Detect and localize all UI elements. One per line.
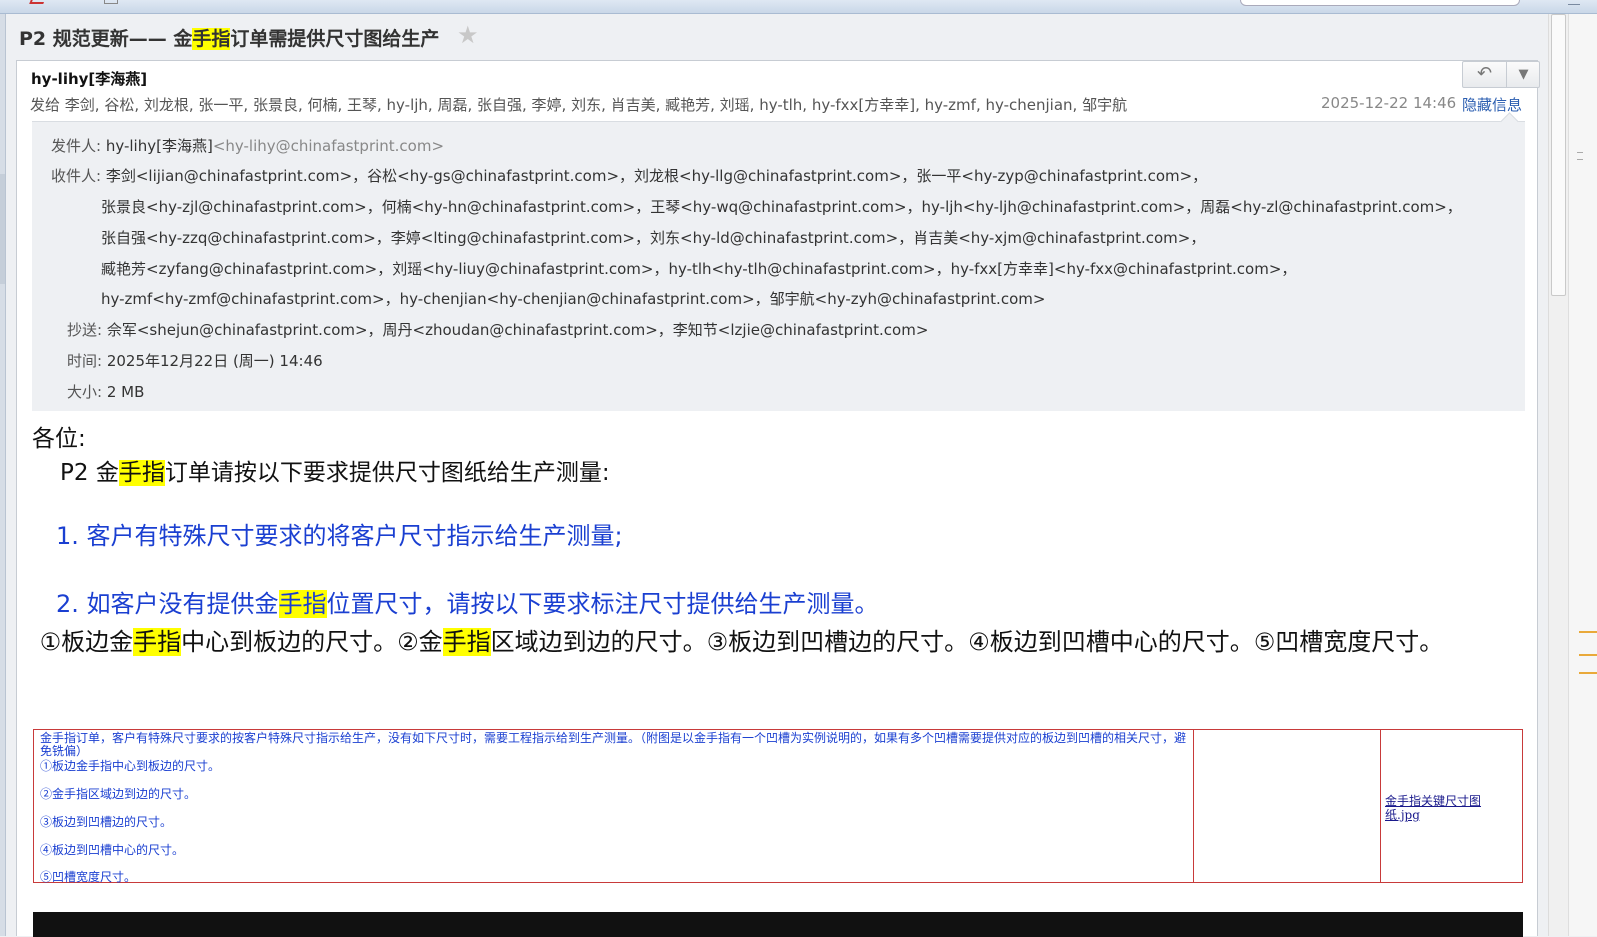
- to-row-1: 收件人: 李剑<lijian@chinafastprint.com>，谷松<hy…: [51, 167, 1208, 185]
- spec-table-intro: 金手指订单，客户有特殊尺寸要求的按客户特殊尺寸指示给生产，没有如下尺寸时，需要工…: [40, 731, 1187, 758]
- spec-row-1: ①板边金手指中心到板边的尺寸。: [40, 759, 221, 773]
- mail-details-panel: 发件人: hy-lihy[李海燕]<hy-lihy@chinafastprint…: [32, 121, 1525, 411]
- vertical-scrollbar[interactable]: [1548, 14, 1568, 936]
- to-row-2: 张景良<hy-zjl@chinafastprint.com>，何楠<hy-hn@…: [101, 198, 1462, 216]
- spec-table-description-cell: 金手指订单，客户有特殊尺寸要求的按客户特殊尺寸指示给生产，没有如下尺寸时，需要工…: [34, 730, 1194, 883]
- spec-table-attachment-cell: 金手指关键尺寸图纸.jpg: [1381, 730, 1522, 882]
- left-pane-edge: [0, 14, 6, 936]
- subject-bar: P2 规范更新—— 金手指订单需提供尺寸图给生产 ★: [6, 14, 1568, 60]
- to-row-4: 臧艳芳<zyfang@chinafastprint.com>，刘瑶<hy-liu…: [101, 260, 1297, 278]
- mail-date: 2025-12-22 14:46: [1321, 94, 1457, 112]
- intro-line: P2 金手指订单请按以下要求提供尺寸图纸给生产测量:: [60, 460, 610, 486]
- toolbar-strip: [0, 0, 1597, 14]
- cc-row: 抄送: 佘军<shejun@chinafastprint.com>，周丹<zho…: [67, 321, 929, 339]
- recipients-summary: 发给 李剑, 谷松, 刘龙根, 张一平, 张景良, 何楠, 王琴, hy-ljh…: [30, 96, 1128, 114]
- spec-table-empty-cell: [1194, 730, 1381, 882]
- spec-row-2: ②金手指区域边到边的尺寸。: [40, 787, 197, 801]
- to-row-5: hy-zmf<hy-zmf@chinafastprint.com>，hy-che…: [101, 290, 1046, 308]
- spec-row-4: ④板边到凹槽中心的尺寸。: [40, 843, 185, 857]
- spec-row-3: ③板边到凹槽边的尺寸。: [40, 815, 173, 829]
- spec-table: 金手指订单，客户有特殊尺寸要求的按客户特殊尺寸指示给生产，没有如下尺寸时，需要工…: [33, 729, 1523, 883]
- attachment-preview-bar: [33, 912, 1523, 937]
- right-pane-line: [1579, 631, 1597, 633]
- spec-row-5: ⑤凹槽宽度尺寸。: [40, 870, 137, 883]
- right-pane-line: [1579, 672, 1597, 674]
- scrollbar-thumb[interactable]: [1551, 14, 1566, 296]
- search-box[interactable]: [1240, 0, 1520, 6]
- grip-icon[interactable]: [1577, 152, 1583, 160]
- left-pane-marker: [0, 174, 5, 284]
- mail-card: hy-lihy[李海燕] ↶ ▼ 发给 李剑, 谷松, 刘龙根, 张一平, 张景…: [16, 60, 1540, 937]
- hide-details-link[interactable]: 隐藏信息: [1462, 94, 1522, 115]
- sender-name[interactable]: hy-lihy[李海燕]: [31, 68, 147, 89]
- measurement-list: ①板边金手指中心到板边的尺寸。②金手指区域边到边的尺寸。③板边到凹槽边的尺寸。④…: [39, 628, 1444, 656]
- mail-subject: P2 规范更新—— 金手指订单需提供尺寸图给生产: [19, 28, 440, 50]
- from-row: 发件人: hy-lihy[李海燕]<hy-lihy@chinafastprint…: [51, 137, 445, 155]
- window-control-icon[interactable]: [1568, 0, 1580, 5]
- right-pane-line: [1579, 654, 1597, 656]
- window-icon[interactable]: [104, 0, 118, 4]
- reply-button-group: ↶ ▼: [1462, 61, 1540, 88]
- greeting: 各位:: [32, 426, 86, 452]
- reply-icon[interactable]: ↶: [1463, 62, 1507, 87]
- item-2: 2. 如客户没有提供金手指位置尺寸，请按以下要求标注尺寸提供给生产测量。: [56, 590, 879, 618]
- to-row-3: 张自强<hy-zzq@chinafastprint.com>，李婷<lting@…: [101, 229, 1206, 247]
- time-row: 时间: 2025年12月22日 (周一) 14:46: [67, 352, 323, 370]
- star-icon[interactable]: ★: [457, 21, 479, 49]
- item-1: 1. 客户有特殊尺寸要求的将客户尺寸指示给生产测量;: [56, 522, 623, 550]
- right-pane-edge: [1568, 14, 1597, 936]
- embedded-table-image: ▔▔▔▔▔▔▔▔▔▔▔▔▔▔▔▔▔▔▔▔▔▔▔▔▔▔▔▔▔▔▔▔▔▔▔▔▔▔▔▔…: [33, 723, 1523, 883]
- attachment-link[interactable]: 金手指关键尺寸图纸.jpg: [1385, 794, 1515, 822]
- subject-highlight: 手指: [192, 28, 231, 50]
- app-icon[interactable]: [29, 0, 45, 4]
- size-row: 大小: 2 MB: [67, 383, 145, 401]
- more-dropdown-icon[interactable]: ▼: [1508, 62, 1539, 87]
